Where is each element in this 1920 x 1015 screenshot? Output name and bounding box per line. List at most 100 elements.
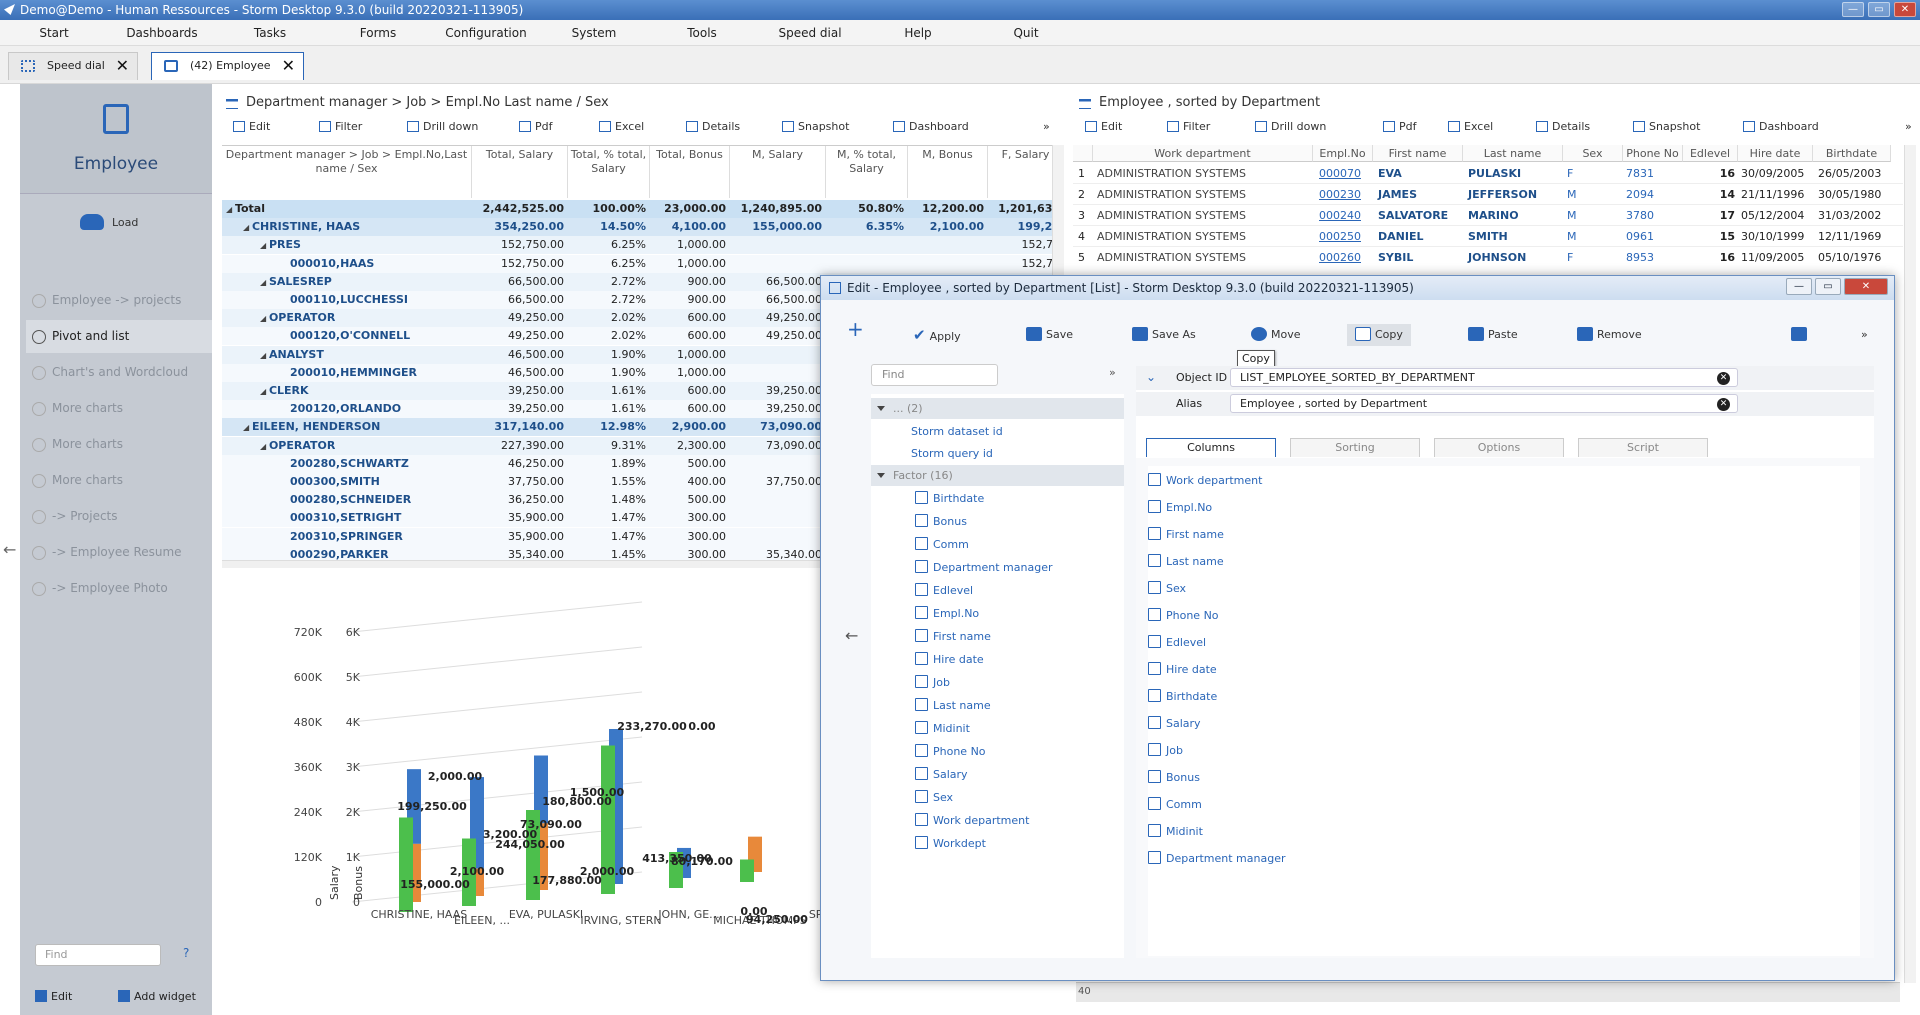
expand-icon[interactable]: ◢ (260, 442, 269, 451)
save-as-button[interactable]: Save As (1132, 324, 1196, 346)
tree-item[interactable]: Work department (871, 810, 1124, 831)
expand-icon[interactable]: ◢ (226, 205, 235, 214)
column-item[interactable]: Salary (1148, 713, 1201, 735)
tree-item[interactable]: Job (871, 672, 1124, 693)
grid-header-last-name[interactable]: Last name (1463, 145, 1563, 162)
pivot-header-m-pct[interactable]: M, % total, Salary (826, 146, 908, 198)
menu-forms[interactable]: Forms (324, 20, 432, 45)
menu-system[interactable]: System (540, 20, 648, 45)
grid-header-first-name[interactable]: First name (1373, 145, 1463, 162)
grid-edit-button[interactable]: Edit (1085, 120, 1167, 140)
tree-item[interactable]: Bonus (871, 511, 1124, 532)
grid-excel-button[interactable]: Excel (1448, 120, 1536, 140)
pivot-header-dimension[interactable]: Department manager > Job > Empl.No,Last … (222, 146, 472, 198)
expand-icon[interactable]: ◢ (260, 387, 269, 396)
sidebar-item-pivot-and-list[interactable]: Pivot and list (26, 320, 212, 353)
column-item[interactable]: Empl.No (1148, 497, 1212, 519)
tab-columns[interactable]: Columns (1146, 438, 1276, 457)
grid-cell-empl-no[interactable]: 000230 (1319, 184, 1361, 205)
column-item[interactable]: Phone No (1148, 605, 1219, 627)
pivot-row[interactable]: 000010,HAAS 152,750.00 6.25% 1,000.00 152,75 (222, 254, 1064, 273)
edit-widgets-button[interactable]: Edit (35, 990, 72, 1003)
tab-close-icon[interactable]: ✕ (282, 53, 295, 79)
tab-employee[interactable]: (42) Employee ✕ (151, 52, 304, 80)
grid-row[interactable]: 2 ADMINISTRATION SYSTEMS 000230 JAMES JEFFER… (1073, 184, 1903, 205)
sidebar-item-more-charts-1[interactable]: More charts (26, 392, 212, 425)
add-widget-button[interactable]: Add widget (118, 990, 196, 1003)
expand-icon[interactable]: ◢ (260, 241, 269, 250)
apply-button[interactable]: ✔ Apply (913, 324, 961, 346)
dialog-more-icon[interactable]: » (1861, 324, 1868, 346)
tree-group-header[interactable]: ... (2) (871, 398, 1124, 419)
expand-icon[interactable]: ◢ (243, 223, 252, 232)
dialog-find-more-icon[interactable]: » (1109, 366, 1116, 379)
dialog-find-input[interactable]: Find (871, 364, 998, 386)
pivot-filter-button[interactable]: Filter (319, 120, 407, 140)
grid-drilldown-button[interactable]: Drill down (1255, 120, 1383, 140)
tree-item[interactable]: Workdept (871, 833, 1124, 854)
menu-quit[interactable]: Quit (972, 20, 1080, 45)
tree-item[interactable]: Last name (871, 695, 1124, 716)
tree-item[interactable]: Midinit (871, 718, 1124, 739)
expand-icon[interactable]: ◢ (260, 351, 269, 360)
pivot-header-total-salary[interactable]: Total, Salary (472, 146, 568, 198)
expand-icon[interactable]: ◢ (260, 278, 269, 287)
sidebar-item-charts-wordcloud[interactable]: Chart's and Wordcloud (26, 356, 212, 389)
grid-header-edlevel[interactable]: Edlevel (1683, 145, 1738, 162)
column-item[interactable]: Department manager (1148, 848, 1286, 870)
pivot-header-total-bonus[interactable]: Total, Bonus (650, 146, 730, 198)
column-item[interactable]: Edlevel (1148, 632, 1206, 654)
alias-input[interactable]: Employee , sorted by Department ✕ (1230, 394, 1738, 413)
grid-header-empl-no[interactable]: Empl.No (1313, 145, 1373, 162)
pivot-excel-button[interactable]: Excel (599, 120, 686, 140)
sidebar-item-projects[interactable]: -> Projects (26, 500, 212, 533)
load-button[interactable]: Load (80, 214, 138, 230)
dialog-minimize-icon[interactable]: — (1786, 278, 1812, 295)
minimize-icon[interactable]: — (1842, 2, 1864, 17)
expand-icon[interactable]: ◢ (260, 314, 269, 323)
sidebar-item-more-charts-2[interactable]: More charts (26, 428, 212, 461)
close-icon[interactable]: ✕ (1894, 2, 1916, 17)
sidebar-item-employee-projects[interactable]: Employee -> projects (26, 284, 212, 317)
column-item[interactable]: Hire date (1148, 659, 1217, 681)
tab-script[interactable]: Script (1578, 438, 1708, 457)
grid-more-icon[interactable]: » (1905, 120, 1912, 140)
tab-close-icon[interactable]: ✕ (116, 53, 129, 79)
column-item[interactable]: Birthdate (1148, 686, 1217, 708)
save-button[interactable]: Save (1026, 324, 1073, 346)
pivot-header-m-salary[interactable]: M, Salary (730, 146, 826, 198)
column-item[interactable]: Midinit (1148, 821, 1203, 843)
menu-speed-dial[interactable]: Speed dial (756, 20, 864, 45)
tree-item[interactable]: Sex (871, 787, 1124, 808)
grid-cell-empl-no[interactable]: 000260 (1319, 247, 1361, 265)
clear-icon[interactable]: ✕ (1717, 372, 1730, 385)
grid-cell-empl-no[interactable]: 000240 (1319, 205, 1361, 226)
pivot-snapshot-button[interactable]: Snapshot (782, 120, 893, 140)
paste-button[interactable]: Paste (1468, 324, 1518, 346)
grid-header-phone-no[interactable]: Phone No (1623, 145, 1683, 162)
grid-header-work-department[interactable]: Work department (1093, 145, 1313, 162)
grid-filter-button[interactable]: Filter (1167, 120, 1255, 140)
help-icon[interactable]: ? (183, 946, 189, 960)
tree-item[interactable]: Salary (871, 764, 1124, 785)
tab-speed-dial[interactable]: Speed dial ✕ (8, 52, 138, 80)
maximize-icon[interactable]: ▭ (1868, 2, 1890, 17)
tree-item[interactable]: Storm query id (871, 443, 1124, 464)
tree-item[interactable]: Phone No (871, 741, 1124, 762)
menu-dashboards[interactable]: Dashboards (108, 20, 216, 45)
tree-item[interactable]: Comm (871, 534, 1124, 555)
pivot-header-m-bonus[interactable]: M, Bonus (908, 146, 988, 198)
column-item[interactable]: Work department (1148, 470, 1262, 492)
grid-header-sex[interactable]: Sex (1563, 145, 1623, 162)
tree-item[interactable]: Storm dataset id (871, 421, 1124, 442)
menu-start[interactable]: Start (0, 20, 108, 45)
tab-options[interactable]: Options (1434, 438, 1564, 457)
column-item[interactable]: Comm (1148, 794, 1202, 816)
tree-item[interactable]: Empl.No (871, 603, 1124, 624)
column-item[interactable]: Bonus (1148, 767, 1200, 789)
column-item[interactable]: Sex (1148, 578, 1186, 600)
sidebar-find-input[interactable]: Find (35, 944, 161, 966)
column-item[interactable]: First name (1148, 524, 1224, 546)
tab-sorting[interactable]: Sorting (1290, 438, 1420, 457)
dialog-back-arrow-icon[interactable]: ← (845, 626, 858, 645)
